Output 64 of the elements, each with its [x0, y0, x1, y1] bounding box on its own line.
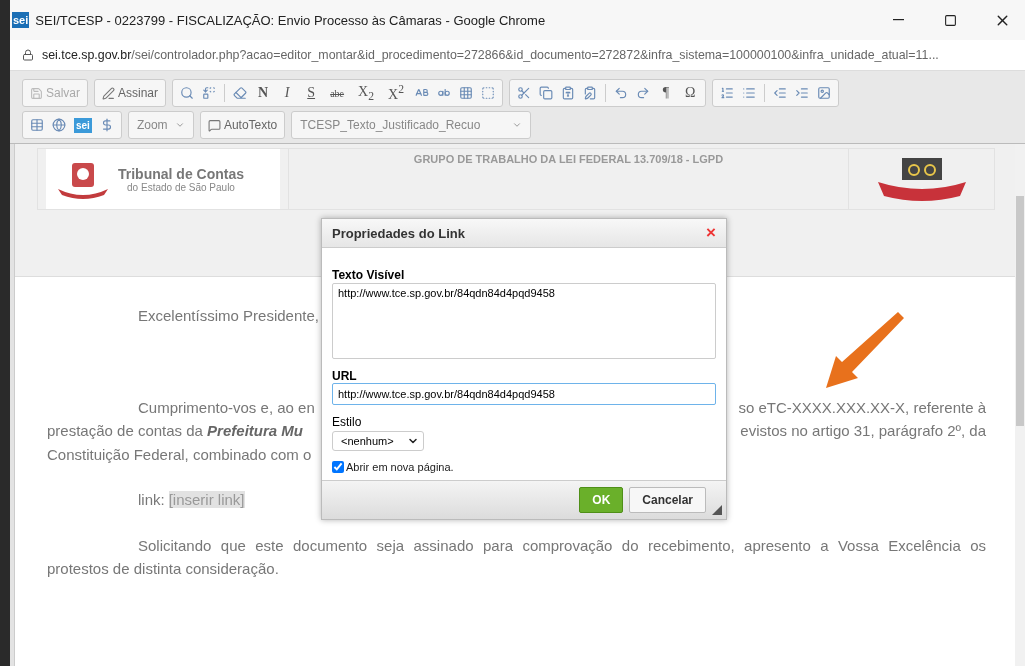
caret-icon	[174, 120, 185, 130]
pen-icon	[102, 86, 115, 100]
format-button[interactable]: Ω	[678, 82, 702, 104]
paragraph-text: prestação de contas da Prefeitura Mu	[47, 422, 303, 440]
format-button[interactable]: S	[300, 82, 323, 104]
paragraph-text: so eTC-XXXX.XXX.XX-X, referente à	[738, 398, 986, 416]
paragraph-text: link:	[138, 491, 165, 509]
toolbar-button[interactable]: Assinar	[99, 82, 162, 104]
format-button[interactable]: X$_{2}$	[352, 82, 380, 104]
visible-text-field[interactable]: http://www.tce.sp.gov.br/84qdn84d4pqd9458	[332, 283, 716, 359]
numbered-list-icon	[720, 86, 735, 100]
style-select[interactable]: <nenhum>	[332, 431, 424, 451]
field-label: Texto Visível	[332, 268, 406, 282]
resize-grip-icon[interactable]	[712, 505, 722, 515]
globe-icon	[52, 118, 66, 132]
field-label: URL	[332, 369, 358, 383]
redo-icon	[635, 86, 650, 100]
address-field[interactable]: sei.tce.sp.gov.br/sei/controlador.php?acao=editor_montar&id_procedimento=272866&id_documento=272872&infra_sistema=100000100&infra_unidade_atual=11...	[42, 48, 939, 62]
grid-icon	[458, 86, 473, 100]
app-icon: sei	[12, 12, 30, 28]
caret-icon	[512, 120, 523, 130]
logo-subtitle: do Estado de São Paulo	[127, 181, 235, 193]
cancel-button[interactable]: Cancelar	[629, 487, 706, 513]
toolbar-button[interactable]: AutoTexto	[204, 114, 281, 136]
url-field[interactable]: http://www.tce.sp.gov.br/84qdn84d4pqd9458	[332, 383, 716, 405]
clipboard-icon	[560, 86, 575, 100]
image-icon	[817, 86, 832, 100]
eraser-icon	[233, 86, 248, 100]
paragraph-text: Excelentíssimo Presidente,	[138, 307, 319, 325]
scrollbar[interactable]	[1015, 144, 1025, 666]
logo-title: Tribunal de Contas	[118, 165, 244, 182]
format-button[interactable]: X$^{2}$	[382, 82, 410, 104]
scissors-icon	[516, 86, 531, 100]
copy-icon	[538, 86, 553, 100]
bullet-list-icon	[742, 86, 757, 100]
search-icon	[180, 86, 195, 100]
save-icon	[30, 86, 43, 100]
maximize-icon	[943, 13, 957, 27]
undo-icon	[613, 86, 628, 100]
seal-icon	[875, 156, 968, 202]
lock-icon	[22, 49, 34, 61]
indent-icon	[795, 86, 810, 100]
format-button[interactable]: ¶	[654, 82, 677, 104]
format-button[interactable]: N	[252, 82, 275, 104]
field-label: Estilo	[332, 415, 363, 429]
checkbox-label: Abrir em nova página.	[346, 461, 454, 473]
paragraph-text: evistos no artigo 31, parágrafo 2º, da	[740, 422, 986, 440]
window-title: SEI/TCESP - 0223799 - FISCALIZAÇÃO: Envio Processo às Câmaras - Google Chrome	[35, 12, 547, 28]
checkbox[interactable]	[332, 461, 344, 473]
replace-icon	[202, 86, 217, 100]
document-title: GRUPO DE TRABALHO DA LEI FEDERAL 13.709/18 - LGPD	[413, 153, 724, 167]
format-button[interactable]: I	[276, 82, 299, 104]
speech-bubble-icon	[207, 118, 221, 132]
dialog-title: Propriedades do Link	[332, 225, 465, 241]
paragraph-text: Cumprimento-vos e, ao en	[138, 398, 315, 416]
clipboard-pen-icon	[582, 86, 597, 100]
table-icon	[30, 118, 44, 132]
format-button[interactable]: abe	[324, 82, 351, 104]
outdent-icon	[773, 86, 788, 100]
paragraph-text: protestos de distinta consideração.	[47, 560, 279, 578]
paragraph-text: Constituição Federal, combinado com o	[47, 445, 312, 463]
minimize-icon	[892, 19, 904, 21]
close-button[interactable]: ×	[706, 223, 716, 243]
paragraph-text: Solicitando que este documento seja assinado para comprovação do recebimento, apresento a Vossa Excelência os	[138, 536, 986, 554]
